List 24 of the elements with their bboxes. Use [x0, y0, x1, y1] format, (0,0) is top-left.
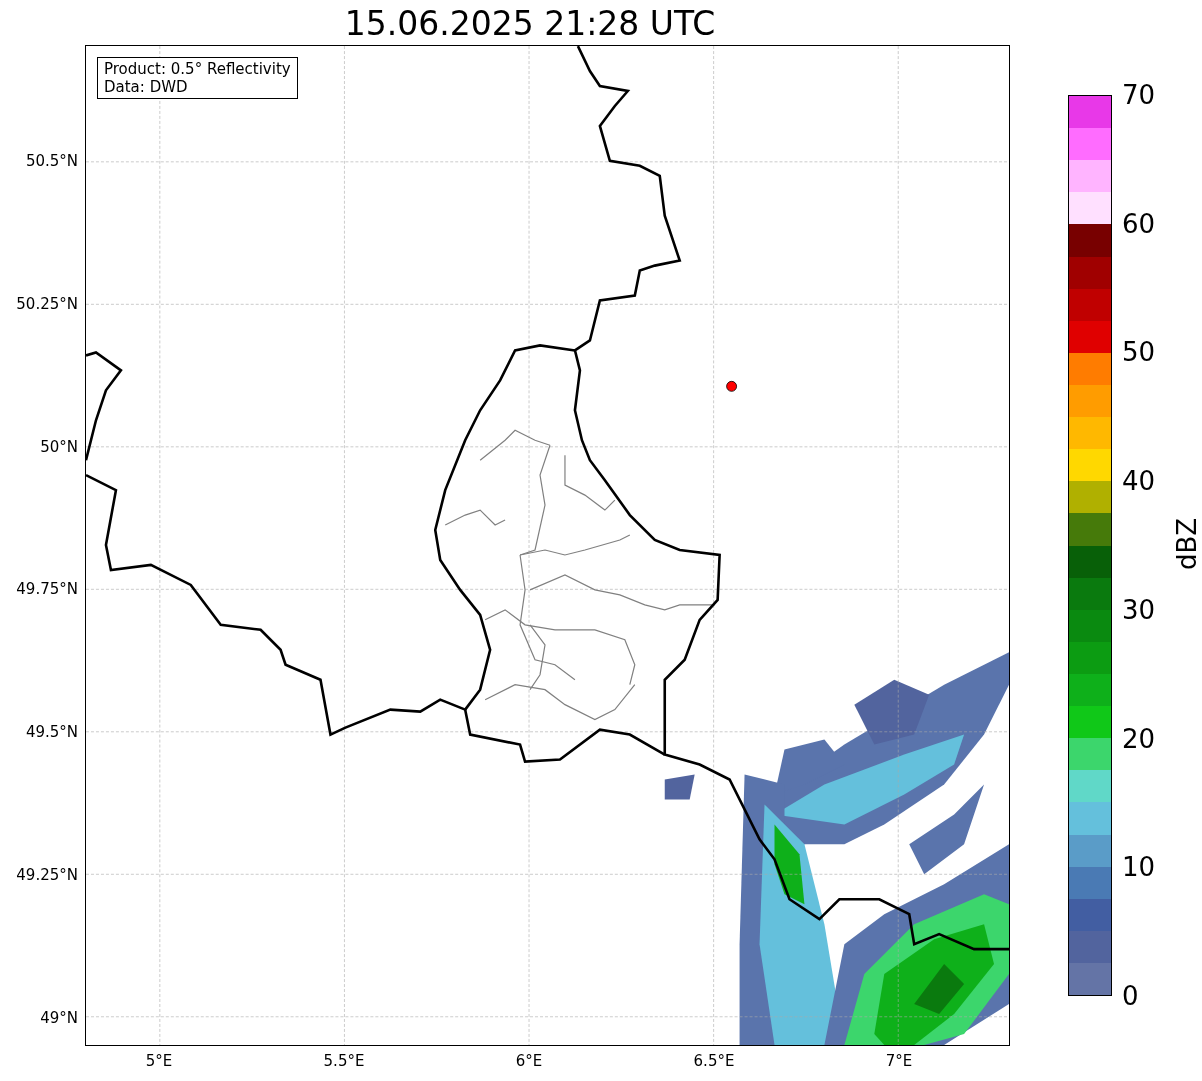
colorbar-tick-label: 60 [1122, 208, 1156, 239]
latitude-tick-label: 50°N [40, 437, 78, 456]
longitude-tick-label: 6.5°E [692, 1052, 736, 1070]
colorbar-tick-label: 50 [1122, 337, 1156, 368]
colorbar-tick-label: 40 [1122, 466, 1156, 497]
legend-text: Data: DWD [104, 78, 189, 96]
colorbar-tick-label: 70 [1122, 80, 1156, 110]
colorbar-tick-label: 10 [1122, 852, 1156, 883]
longitude-tick-label: 7°E [884, 1052, 914, 1070]
latitude-tick-label: 50.5°N [25, 152, 78, 170]
colorbar-tick-label: 20 [1122, 723, 1156, 754]
latitude-tick-label: 50.25°N [16, 294, 78, 313]
latitude-tick-label: 49°N [40, 1008, 78, 1027]
colorbar-tick-label: 0 [1122, 981, 1139, 1011]
latitude-tick-label: 49.75°N [16, 580, 78, 599]
legend-text: Product: 0.5° Reflectivity [104, 60, 291, 78]
latitude-tick-label: 49.25°N [16, 866, 78, 884]
latitude-tick-label: 49.5°N [25, 723, 78, 742]
longitude-tick-label: 5.5°E [322, 1052, 366, 1070]
colorbar-tick-label: 30 [1122, 594, 1156, 625]
chart-title: 15.06.2025 21:28 UTC [343, 4, 717, 44]
colorbar-label: dBZ [1172, 520, 1202, 570]
longitude-tick-label: 6°E [514, 1052, 544, 1070]
longitude-tick-label: 5°E [144, 1052, 174, 1070]
